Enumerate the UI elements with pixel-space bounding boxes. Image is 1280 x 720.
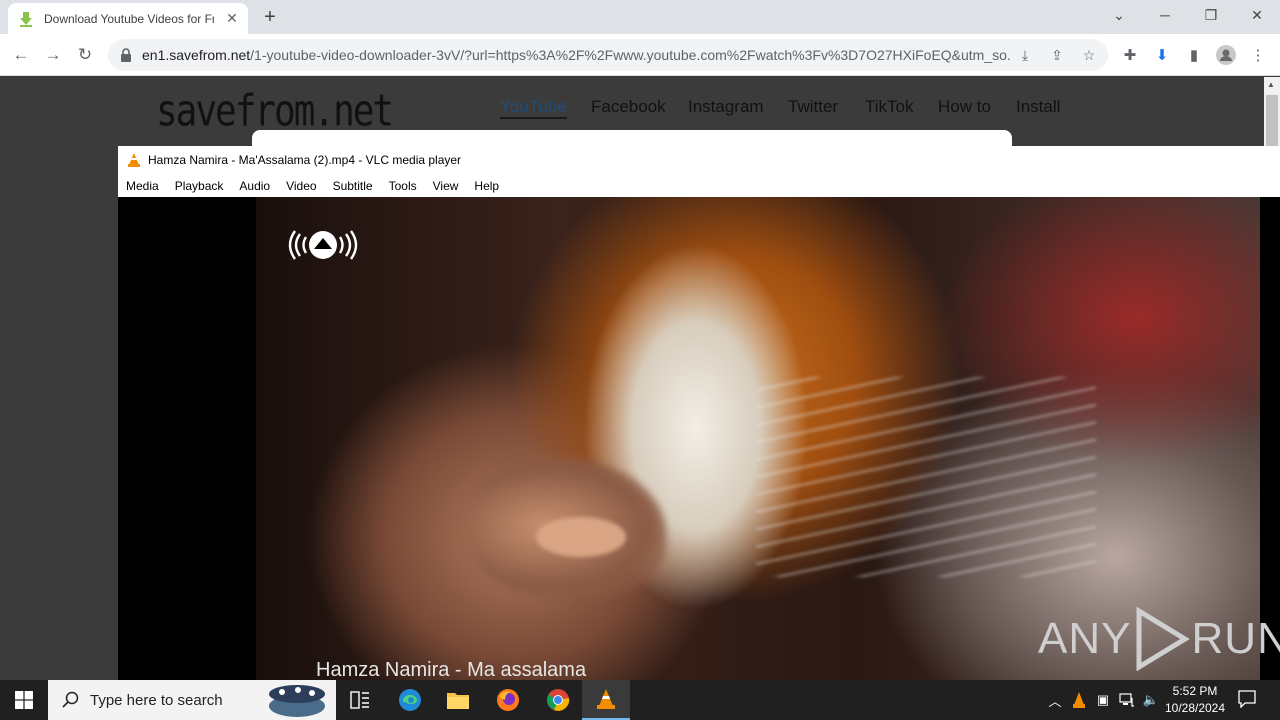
edge-icon[interactable] — [386, 680, 434, 720]
site-logo[interactable]: savefrom.net — [156, 87, 394, 136]
browser-toolbar: ← → ↻ en1.savefrom.net/1-youtube-video-d… — [0, 34, 1280, 76]
task-view-icon[interactable] — [336, 680, 384, 720]
url-text: en1.savefrom.net/1-youtube-video-downloa… — [142, 47, 1012, 63]
taskbar-search-box[interactable]: Type here to search — [48, 680, 336, 720]
clock-time: 5:52 PM — [1172, 684, 1218, 698]
browser-tab[interactable]: Download Youtube Videos for Free ✕ — [8, 3, 248, 34]
menu-view[interactable]: View — [433, 179, 459, 193]
video-caption: Hamza Namira - Ma assalama — [316, 659, 587, 680]
share-icon[interactable]: ⇪ — [1048, 46, 1066, 64]
menu-tools[interactable]: Tools — [389, 179, 417, 193]
new-tab-button[interactable]: + — [258, 5, 282, 29]
vlc-title-bar[interactable]: Hamza Namira - Ma'Assalama (2).mp4 - VLC… — [118, 146, 1280, 174]
search-icon — [62, 691, 79, 708]
menu-playback[interactable]: Playback — [175, 179, 224, 193]
firefox-icon[interactable] — [484, 680, 532, 720]
close-tab-icon[interactable]: ✕ — [224, 10, 240, 26]
search-placeholder: Type here to search — [90, 691, 223, 709]
system-clock[interactable]: 5:52 PM 10/28/2024 — [1160, 683, 1230, 717]
install-app-icon[interactable]: ⤓ — [1016, 46, 1034, 64]
video-thumb — [536, 517, 626, 557]
downloads-icon[interactable]: ⬇ — [1152, 45, 1172, 65]
menu-help[interactable]: Help — [474, 179, 499, 193]
menu-audio[interactable]: Audio — [239, 179, 270, 193]
scroll-thumb[interactable] — [1266, 95, 1278, 147]
chrome-icon[interactable] — [534, 680, 582, 720]
nav-twitter[interactable]: Twitter — [788, 97, 838, 117]
video-area[interactable]: Hamza Namira - Ma assalama ANY RUN — [118, 197, 1280, 680]
device-icon[interactable]: ▣ — [1094, 690, 1112, 710]
vlc-cone-icon — [128, 153, 140, 167]
channel-logo-icon — [288, 230, 358, 260]
anyrun-watermark: ANY RUN — [1038, 607, 1280, 671]
clock-date: 10/28/2024 — [1164, 701, 1226, 715]
show-hidden-icons-icon[interactable]: ︿ — [1046, 690, 1064, 710]
tab-title: Download Youtube Videos for Free — [44, 11, 214, 26]
volume-icon[interactable]: 🔈 — [1142, 690, 1160, 710]
menu-video[interactable]: Video — [286, 179, 316, 193]
start-button[interactable] — [0, 680, 48, 720]
side-panel-icon[interactable]: ▮ — [1184, 45, 1204, 65]
vlc-taskbar-icon[interactable] — [582, 680, 630, 720]
vlc-tray-icon[interactable] — [1070, 690, 1088, 710]
extensions-puzzle-icon[interactable]: ✚ — [1120, 45, 1140, 65]
restore-button[interactable]: ❐ — [1188, 0, 1234, 30]
watermark-run: RUN — [1191, 614, 1280, 663]
nav-tiktok[interactable]: TikTok — [865, 97, 914, 117]
close-window-button[interactable]: ✕ — [1234, 0, 1280, 30]
lock-icon — [121, 48, 131, 62]
minimize-button[interactable]: ─ — [1142, 0, 1188, 30]
windows-taskbar: Type here to search ︿ ▣ 🔈 5:52 PM 10/28/… — [0, 680, 1280, 720]
file-explorer-icon[interactable] — [434, 680, 482, 720]
watermark-any: ANY — [1038, 614, 1132, 663]
address-bar[interactable]: en1.savefrom.net/1-youtube-video-downloa… — [108, 39, 1108, 71]
browser-tab-bar: Download Youtube Videos for Free ✕ + ⌄ ─… — [0, 0, 1280, 34]
nav-how-to[interactable]: How to — [938, 97, 991, 117]
nav-install[interactable]: Install — [1016, 97, 1060, 117]
video-strings — [756, 377, 1096, 577]
nav-youtube[interactable]: YouTube — [500, 97, 567, 119]
tab-search-icon[interactable]: ⌄ — [1096, 0, 1142, 30]
menu-subtitle[interactable]: Subtitle — [333, 179, 373, 193]
search-highlight-icon — [269, 685, 325, 717]
windows-logo-icon — [15, 691, 33, 709]
notifications-icon[interactable] — [1238, 689, 1256, 709]
vlc-menu-bar: Media Playback Audio Video Subtitle Tool… — [118, 174, 1280, 197]
forward-button[interactable]: → — [40, 42, 66, 68]
profile-avatar-icon[interactable] — [1216, 45, 1236, 65]
scroll-up-icon[interactable]: ▲ — [1267, 80, 1275, 89]
back-button[interactable]: ← — [8, 42, 34, 68]
vlc-window: Hamza Namira - Ma'Assalama (2).mp4 - VLC… — [118, 146, 1280, 680]
download-icon — [18, 11, 34, 27]
nav-facebook[interactable]: Facebook — [591, 97, 666, 117]
bookmark-star-icon[interactable]: ☆ — [1080, 46, 1098, 64]
network-icon[interactable] — [1118, 690, 1136, 710]
nav-instagram[interactable]: Instagram — [688, 97, 764, 117]
play-triangle-icon — [1136, 607, 1191, 671]
menu-media[interactable]: Media — [126, 179, 159, 193]
reload-button[interactable]: ↻ — [72, 42, 98, 68]
more-menu-icon[interactable]: ⋮ — [1248, 45, 1268, 65]
vlc-window-title: Hamza Namira - Ma'Assalama (2).mp4 - VLC… — [148, 153, 462, 167]
